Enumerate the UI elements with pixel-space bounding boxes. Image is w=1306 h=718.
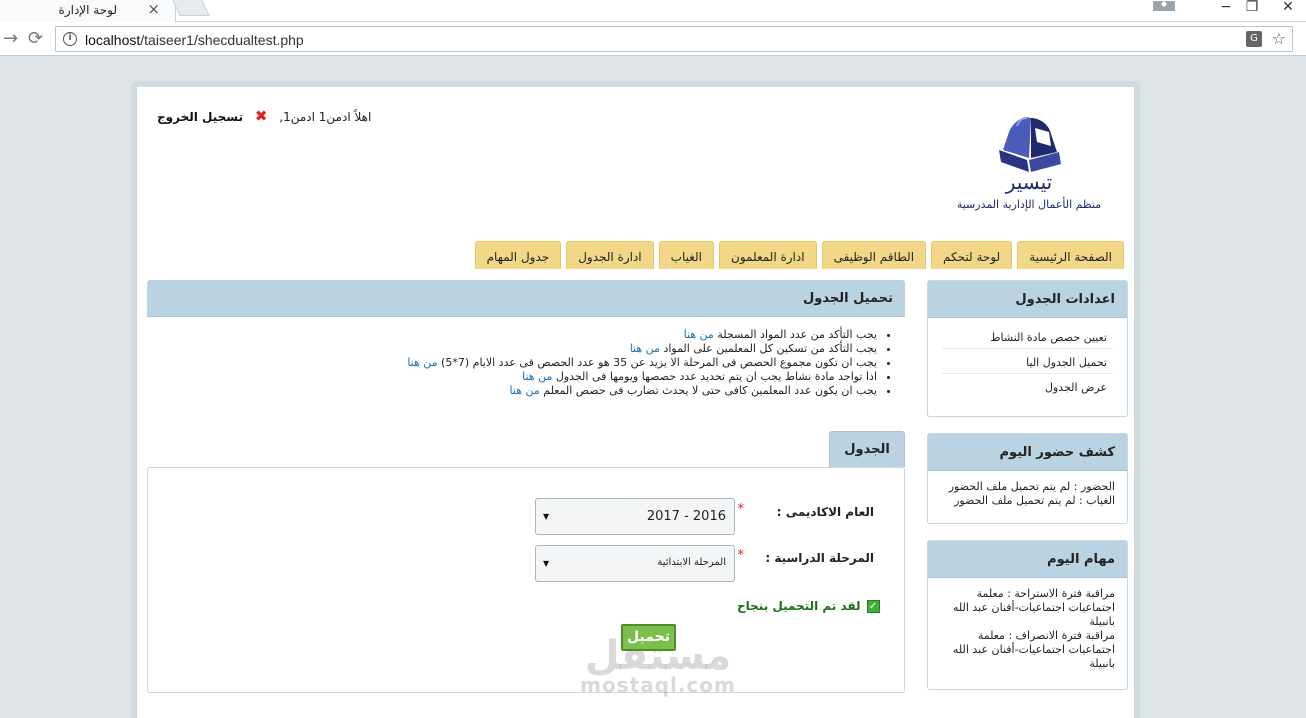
tab-title: لوحة الإدارة: [58, 3, 117, 17]
settings-link-activity[interactable]: تعيين حصص مادة النشاط: [942, 324, 1113, 349]
greeting-text: اهلاً ادمن1 ادمن1,: [279, 110, 372, 124]
nav-absence[interactable]: الغياب: [658, 241, 715, 269]
load-schedule-panel: تحميل الجدول يجب التأكد من عدد المواد ال…: [147, 280, 905, 428]
today-tasks-panel: مهام اليوم مراقبة فترة الاستراحة : معلمة…: [927, 540, 1128, 690]
info-icon[interactable]: i: [63, 32, 77, 46]
schedule-section-title: الجدول: [829, 431, 905, 467]
url-text: localhost/taiseer1/shecdualtest.php: [85, 32, 304, 48]
logout-link[interactable]: تسجيل الخروج: [157, 110, 243, 124]
load-button[interactable]: تحميل: [621, 624, 676, 651]
stage-select[interactable]: المرحلة الابتدائية ▼: [535, 545, 735, 582]
nav-home[interactable]: الصفحة الرئيسية: [1017, 241, 1124, 269]
task-item: مراقبة فترة الانصراف : معلمة اجتماعيات ا…: [952, 629, 1115, 670]
check-link[interactable]: من هنا: [510, 384, 540, 397]
check-link[interactable]: من هنا: [522, 370, 552, 383]
checkmark-icon: ✓: [866, 600, 880, 613]
stage-select-value: المرحلة الابتدائية: [657, 557, 726, 568]
chevron-down-icon: ▼: [543, 512, 550, 521]
stage-label: المرحلة الدراسية :: [765, 551, 874, 565]
settings-link-autoload[interactable]: تحميل الجدول اليا: [942, 349, 1113, 374]
translate-icon[interactable]: G: [1246, 31, 1262, 47]
forward-arrow-icon[interactable]: →: [3, 28, 18, 49]
nav-schedule-admin[interactable]: ادارة الجدول: [566, 241, 654, 269]
check-link[interactable]: من هنا: [684, 328, 714, 341]
check-link[interactable]: من هنا: [407, 356, 437, 369]
restore-icon[interactable]: ❐: [1234, 0, 1270, 22]
checklist: يجب التأكد من عدد المواد المسجلة من هنا …: [147, 328, 905, 398]
attendance-absent: الغياب : لم يتم تحميل ملف الحضور: [954, 494, 1115, 507]
bookmark-star-icon[interactable]: ☆: [1272, 29, 1286, 48]
nav-staff[interactable]: الطاقم الوظيفى: [821, 241, 927, 269]
nav-dashboard[interactable]: لوحة لتحكم: [931, 241, 1013, 269]
list-item: يجب التأكد من تسكين كل المعلمين على المو…: [147, 342, 877, 356]
year-label: العام الاكاديمى :: [776, 505, 874, 519]
logo-tagline: منظم الأعمال الإدارية المدرسية: [956, 198, 1102, 211]
year-required-mark: *: [737, 502, 745, 517]
check-link[interactable]: من هنا: [630, 342, 660, 355]
page-container: اهلاً ادمن1 ادمن1, ✖ تسجيل الخروج تيسير …: [131, 81, 1140, 718]
close-window-icon[interactable]: ✕: [1270, 0, 1306, 22]
attendance-present: الحضور : لم يتم تحميل ملف الحضور: [948, 480, 1115, 493]
tab-close-icon[interactable]: ×: [147, 0, 160, 18]
schedule-settings-panel: اعدادات الجدول تعيين حصص مادة النشاط تحم…: [927, 280, 1128, 417]
url-input[interactable]: i localhost/taiseer1/shecdualtest.php G …: [55, 26, 1293, 52]
user-bar: اهلاً ادمن1 ادمن1, ✖ تسجيل الخروج: [157, 107, 371, 125]
logout-x-icon[interactable]: ✖: [255, 107, 268, 125]
stage-required-mark: *: [737, 548, 745, 563]
attendance-title: كشف حضور اليوم: [928, 434, 1127, 471]
window-controls: − ❐ ✕: [1146, 0, 1306, 22]
nav-teachers[interactable]: ادارة المعلمون: [719, 241, 817, 269]
address-bar: → ⟳ i localhost/taiseer1/shecdualtest.ph…: [0, 22, 1306, 56]
nav-task-schedule[interactable]: جدول المهام: [474, 241, 562, 269]
logo-book-icon: [999, 117, 1061, 172]
browser-tab[interactable]: لوحة الإدارة ×: [0, 0, 176, 22]
year-select[interactable]: 2016 - 2017 ▼: [535, 498, 735, 535]
list-item: يجب ان تكون مجموع الحصص فى المرحلة الا ي…: [147, 356, 877, 370]
main-nav: الصفحة الرئيسية لوحة لتحكم الطاقم الوظيف…: [470, 241, 1124, 269]
today-tasks-title: مهام اليوم: [928, 541, 1127, 578]
chevron-down-icon: ▼: [543, 559, 550, 568]
logo-name: تيسير: [1005, 170, 1053, 194]
list-item: يجب ان يكون عدد المعلمين كافى حتى لا يحد…: [147, 384, 877, 398]
schedule-settings-title: اعدادات الجدول: [928, 281, 1127, 318]
browser-tabstrip: لوحة الإدارة × − ❐ ✕: [0, 0, 1306, 22]
settings-link-view[interactable]: عرض الجدول: [942, 374, 1113, 398]
reload-icon[interactable]: ⟳: [28, 28, 43, 49]
load-schedule-title: تحميل الجدول: [147, 280, 905, 317]
list-item: اذا تواجد مادة نشاط يجب ان يتم تحديد عدد…: [147, 370, 877, 384]
attendance-panel: كشف حضور اليوم الحضور : لم يتم تحميل ملف…: [927, 433, 1128, 524]
year-select-value: 2016 - 2017: [646, 509, 726, 524]
schedule-form: العام الاكاديمى : * 2016 - 2017 ▼ المرحل…: [147, 467, 905, 697]
profile-icon[interactable]: [1146, 0, 1182, 22]
new-tab-button[interactable]: [172, 0, 210, 16]
task-item: مراقبة فترة الاستراحة : معلمة اجتماعيات …: [952, 587, 1115, 628]
success-message: ✓لقد تم التحميل بنجاح: [737, 599, 880, 613]
logo: تيسير منظم الأعمال الإدارية المدرسية: [934, 112, 1124, 222]
list-item: يجب التأكد من عدد المواد المسجلة من هنا: [147, 328, 877, 342]
